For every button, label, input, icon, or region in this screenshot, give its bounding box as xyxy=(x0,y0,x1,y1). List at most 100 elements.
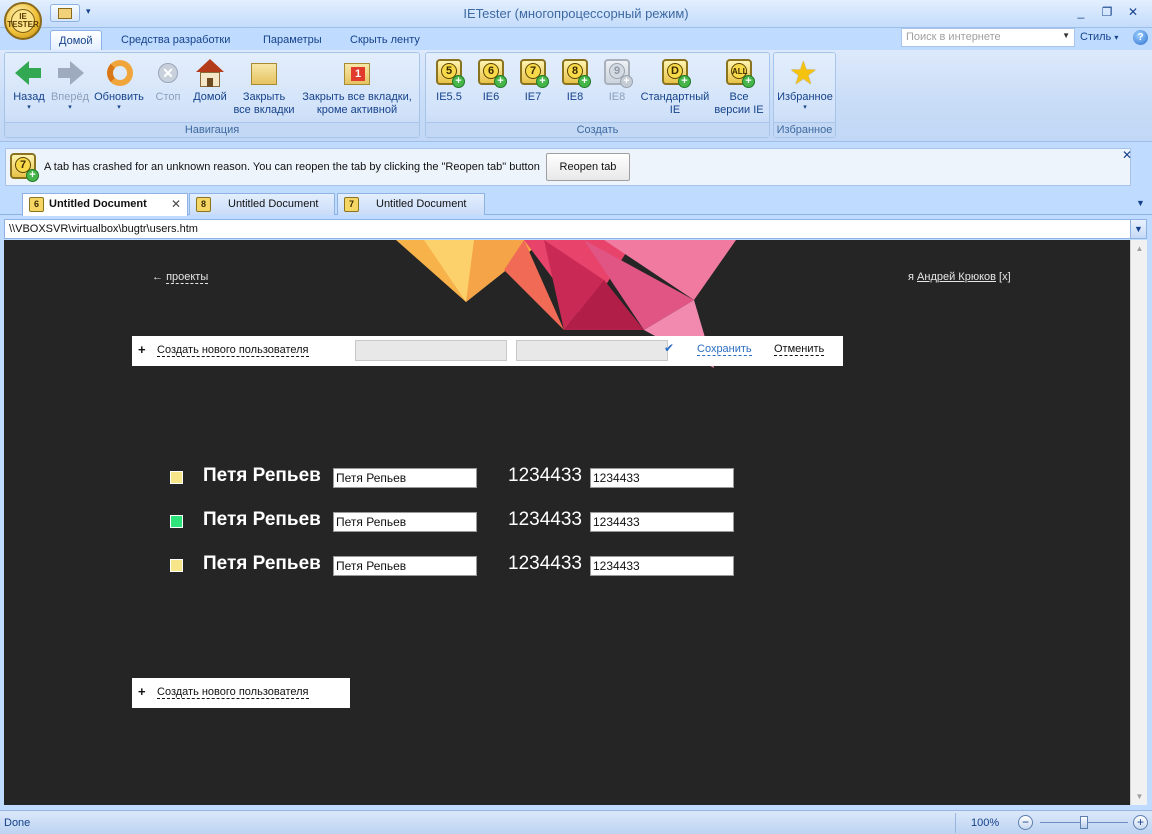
new-tab-ie55-button[interactable]: 5 + IE5.5 xyxy=(430,57,468,104)
zoom-level[interactable]: 100% xyxy=(971,817,999,829)
favorites-group-label: Избранное xyxy=(774,122,835,137)
tab-home[interactable]: Домой xyxy=(50,30,102,50)
new-tab-default-ie-button[interactable]: D + Стандартный IE xyxy=(638,57,712,117)
window-title: IETester (многопроцессорный режим) xyxy=(463,6,689,21)
all-label-1: Все xyxy=(729,91,749,103)
chevron-down-icon: ▾ xyxy=(68,104,72,111)
close-other-tabs-button[interactable]: 1 Закрыть все вкладки, кроме активной xyxy=(297,57,417,117)
current-user: я Андрей Крюков [x] xyxy=(908,271,1011,283)
user-phone-input[interactable]: 1234433 xyxy=(590,468,734,488)
close-all-label-1: Закрыть xyxy=(242,91,286,103)
star-icon: ★ xyxy=(789,55,818,91)
ie7-crash-icon: 7 + xyxy=(10,153,40,183)
help-icon[interactable]: ? xyxy=(1133,30,1148,45)
plus-icon: + xyxy=(536,75,549,88)
user-color-marker[interactable] xyxy=(170,471,183,484)
forward-button[interactable]: Вперёд ▾ xyxy=(49,57,91,112)
zoom-out-icon[interactable]: − xyxy=(1018,815,1033,830)
user-name-input[interactable]: Петя Репьев xyxy=(333,512,477,532)
stop-icon: ✕ xyxy=(152,57,184,89)
home-button[interactable]: Домой xyxy=(189,57,231,104)
navigation-group: Назад ▾ Вперёд ▾ Обновить ▾ ✕ Стоп Домой… xyxy=(4,52,420,138)
scroll-down-icon[interactable]: ▼ xyxy=(1133,790,1146,803)
close-notification-icon[interactable]: ✕ xyxy=(1122,148,1132,162)
tab-parameters[interactable]: Параметры xyxy=(255,30,330,50)
logout-link[interactable]: [x] xyxy=(999,271,1011,283)
maximize-button[interactable]: ❐ xyxy=(1094,3,1120,21)
status-divider xyxy=(955,813,956,833)
plus-icon: + xyxy=(678,75,691,88)
ie8b-label: IE8 xyxy=(608,91,626,103)
user-name-link[interactable]: Андрей Крюков xyxy=(917,271,996,283)
close-others-label-2: кроме активной xyxy=(316,104,398,116)
new-tab-ie7-button[interactable]: 7 + IE7 xyxy=(514,57,552,104)
ie8-icon: 8 + xyxy=(562,59,591,88)
document-tab-1[interactable]: 6 Untitled Document ✕ xyxy=(22,193,188,216)
create-user-link[interactable]: Создать нового пользователя xyxy=(157,686,309,699)
tab-label: Untitled Document xyxy=(376,198,467,210)
user-phone-input[interactable]: 1234433 xyxy=(590,556,734,576)
ie7-tab-icon: 7 xyxy=(344,197,359,212)
user-name-input[interactable]: Петя Репьев xyxy=(333,556,477,576)
tab-dev-tools[interactable]: Средства разработки xyxy=(113,30,238,50)
stop-button[interactable]: ✕ Стоп xyxy=(149,57,187,104)
zoom-slider-thumb[interactable] xyxy=(1080,816,1088,829)
ie7-icon: 7 + xyxy=(520,59,549,88)
back-arrow-icon xyxy=(13,57,45,89)
crash-notification-bar: 7 + A tab has crashed for an unknown reas… xyxy=(5,148,1131,186)
save-link[interactable]: Сохранить xyxy=(697,343,752,356)
vertical-scrollbar[interactable]: ▲ ▼ xyxy=(1130,240,1147,805)
forward-arrow-icon xyxy=(54,57,86,89)
document-tab-2[interactable]: 8 Untitled Document xyxy=(189,193,335,215)
address-bar[interactable]: \\VBOXSVR\virtualbox\bugtr\users.htm ▼ xyxy=(4,219,1147,239)
user-row: Петя Репьев Петя Репьев 1234433 1234433 xyxy=(168,509,768,535)
new-tab-ie8-button[interactable]: 8 + IE8 xyxy=(556,57,594,104)
back-button[interactable]: Назад ▾ xyxy=(9,57,49,112)
new-tab-ie9-button[interactable]: 9 + IE8 xyxy=(598,57,636,104)
new-tab-all-ie-button[interactable]: ALL + Все версии IE xyxy=(712,57,766,117)
close-window-button[interactable]: ✕ xyxy=(1120,3,1146,21)
page-viewport: ← проекты я Андрей Крюков [x] + Создать … xyxy=(4,240,1130,805)
user-color-marker[interactable] xyxy=(170,559,183,572)
user-name: Петя Репьев xyxy=(203,465,321,486)
stop-label: Стоп xyxy=(155,91,181,103)
user-color-marker[interactable] xyxy=(170,515,183,528)
zoom-in-icon[interactable]: + xyxy=(1133,815,1148,830)
create-group-label: Создать xyxy=(426,122,769,137)
new-user-phone-field[interactable] xyxy=(516,340,668,361)
user-row: Петя Репьев Петя Репьев 1234433 1234433 xyxy=(168,553,768,579)
search-placeholder: Поиск в интернете xyxy=(906,31,1001,43)
style-menu[interactable]: Стиль ▾ xyxy=(1080,31,1118,43)
favorites-button[interactable]: ★ Избранное ▾ xyxy=(776,57,834,112)
address-dropdown-icon[interactable]: ▼ xyxy=(1130,220,1146,238)
minimize-button[interactable]: _ xyxy=(1068,3,1094,21)
navigation-group-label: Навигация xyxy=(5,122,419,137)
tab-label: Untitled Document xyxy=(228,198,319,210)
document-tab-3[interactable]: 7 Untitled Document xyxy=(337,193,485,215)
forward-label: Вперёд xyxy=(50,91,90,103)
close-all-tabs-button[interactable]: Закрыть все вкладки xyxy=(231,57,297,117)
new-user-name-field[interactable] xyxy=(355,340,507,361)
projects-back-link[interactable]: ← проекты xyxy=(152,271,209,284)
search-dropdown-icon[interactable]: ▼ xyxy=(1062,31,1070,40)
scroll-up-icon[interactable]: ▲ xyxy=(1133,242,1146,255)
close-tab-icon[interactable]: ✕ xyxy=(171,194,181,214)
user-name: Петя Репьев xyxy=(203,553,321,574)
tabs-list-dropdown-icon[interactable]: ▼ xyxy=(1136,198,1145,208)
search-input[interactable]: Поиск в интернете ▼ xyxy=(901,28,1075,47)
tab-hide-ribbon[interactable]: Скрыть ленту xyxy=(342,30,428,50)
default-ie-icon: D + xyxy=(662,59,691,88)
new-tab-ie6-button[interactable]: 6 + IE6 xyxy=(472,57,510,104)
check-icon: ✔ xyxy=(664,341,675,355)
refresh-button[interactable]: Обновить ▾ xyxy=(91,57,147,112)
user-phone-input[interactable]: 1234433 xyxy=(590,512,734,532)
plus-icon: + xyxy=(138,684,146,699)
all-ie-icon: ALL + xyxy=(726,59,755,88)
ie6-label: IE6 xyxy=(482,91,500,103)
user-name-input[interactable]: Петя Репьев xyxy=(333,468,477,488)
create-user-link[interactable]: Создать нового пользователя xyxy=(157,344,309,357)
cancel-link[interactable]: Отменить xyxy=(774,343,825,356)
ie9-icon: 9 + xyxy=(604,59,633,88)
reopen-tab-button[interactable]: Reopen tab xyxy=(546,153,630,181)
app-menu-orb[interactable]: IE TESTER xyxy=(4,2,42,40)
